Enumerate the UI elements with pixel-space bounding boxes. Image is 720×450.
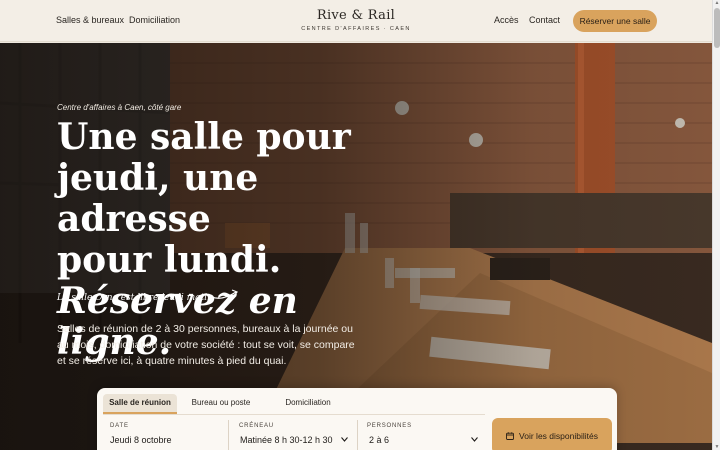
- check-availability-label: Voir les disponibilités: [519, 431, 598, 441]
- chevron-down-icon: [471, 437, 478, 442]
- reserve-room-button[interactable]: Réserver une salle: [573, 10, 657, 32]
- page-scrollbar[interactable]: ▲ ▼: [712, 0, 720, 450]
- hero-lead-text: Salles de réunion de 2 à 30 personnes, b…: [57, 323, 355, 367]
- curved-arrow-icon: [211, 289, 238, 299]
- hero-eyebrow: Centre d'affaires à Caen, côté gare: [57, 103, 182, 112]
- people-select[interactable]: 2 à 6: [369, 435, 389, 445]
- field-divider: [228, 420, 229, 450]
- people-label: PERSONNES: [367, 423, 412, 429]
- headline-line-2: jeudi, une adresse: [57, 157, 259, 240]
- tabs-divider: [103, 414, 485, 415]
- slot-label: CRÉNEAU: [239, 423, 274, 429]
- date-field[interactable]: Jeudi 8 octobre: [110, 435, 172, 445]
- headline-line-1: Une salle pour: [57, 116, 351, 158]
- slot-select[interactable]: Matinée 8 h 30-12 h 30: [240, 435, 333, 445]
- tab-domiciliation[interactable]: Domiciliation: [263, 394, 353, 414]
- nav-contact[interactable]: Contact: [529, 15, 560, 25]
- tab-salle-de-reunion[interactable]: Salle de réunion: [103, 394, 177, 414]
- field-divider: [357, 420, 358, 450]
- scroll-up-icon[interactable]: ▲: [713, 0, 720, 6]
- date-label: DATE: [110, 423, 129, 429]
- availability-note: La salle Orne est libre jeudi matin: [57, 293, 213, 303]
- check-availability-button[interactable]: Voir les disponibilités: [492, 418, 612, 450]
- tab-bureau-ou-poste[interactable]: Bureau ou poste: [181, 394, 261, 414]
- calendar-icon: [506, 432, 514, 440]
- nav-acces[interactable]: Accès: [494, 15, 519, 25]
- scroll-down-icon[interactable]: ▼: [713, 444, 720, 450]
- headline-line-3: pour lundi.: [57, 239, 282, 281]
- booking-widget: Salle de réunion Bureau ou poste Domicil…: [97, 388, 617, 450]
- site-header: Salles & bureaux Domiciliation Rive & Ra…: [0, 0, 712, 42]
- chevron-down-icon: [341, 437, 348, 442]
- scroll-thumb[interactable]: [714, 8, 720, 48]
